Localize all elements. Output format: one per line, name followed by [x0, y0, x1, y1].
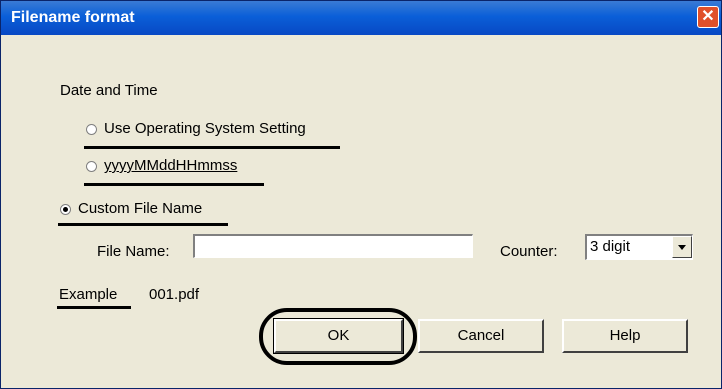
underline-use-os-setting: [84, 146, 340, 149]
custom-file-name-label[interactable]: Custom File Name: [78, 200, 202, 217]
file-name-label: File Name:: [97, 243, 170, 260]
example-label: Example: [59, 286, 118, 303]
dialog-title: Filename format: [11, 9, 135, 26]
radio-use-os-setting[interactable]: [86, 124, 97, 135]
ok-button[interactable]: OK: [273, 318, 404, 354]
file-name-input[interactable]: [193, 234, 473, 258]
counter-value: 3 digit: [590, 238, 631, 255]
close-icon: ✕: [701, 8, 715, 25]
underline-example: [57, 306, 131, 309]
close-button[interactable]: ✕: [697, 6, 719, 28]
cancel-button[interactable]: Cancel: [418, 319, 544, 353]
chevron-down-icon[interactable]: [672, 236, 692, 258]
title-bar[interactable]: Filename format ✕: [1, 1, 721, 35]
radio-custom-file-name[interactable]: [60, 204, 71, 215]
example-value: 001.pdf: [149, 286, 200, 303]
use-os-setting-label[interactable]: Use Operating System Setting: [104, 120, 306, 137]
underline-yyyymmddhhmmss: [84, 183, 264, 186]
underline-custom-file-name: [58, 223, 228, 226]
yyyymmddhhmmss-label[interactable]: yyyyMMddHHmmss: [104, 157, 237, 174]
date-time-heading: Date and Time: [60, 82, 158, 99]
help-button[interactable]: Help: [562, 319, 688, 353]
counter-select[interactable]: 3 digit: [585, 234, 693, 260]
counter-label: Counter:: [500, 243, 558, 260]
radio-yyyymmddhhmmss[interactable]: [86, 161, 97, 172]
